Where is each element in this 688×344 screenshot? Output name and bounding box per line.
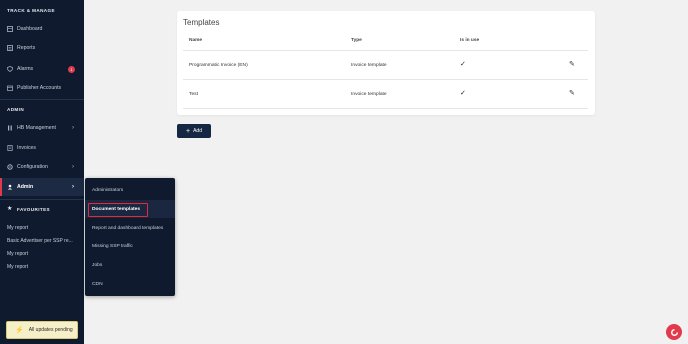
sidebar-item-dashboard[interactable]: Dashboard	[0, 20, 84, 38]
templates-card: Templates Name Type Is in use Programmat…	[177, 11, 595, 115]
invoice-icon	[7, 145, 13, 151]
chevron-right-icon: ›	[72, 164, 74, 170]
sidebar-item-label: Alarms	[17, 66, 34, 72]
template-name: Programmatic Invoice (EN)	[189, 63, 248, 68]
column-header-in-use: Is in use	[460, 38, 480, 43]
updates-pending-label: All updates pending	[28, 327, 73, 333]
chevron-right-icon: ›	[72, 184, 74, 190]
section-label-admin: ADMIN	[7, 107, 25, 112]
sidebar-item-alarms[interactable]: Alarms 1	[0, 60, 84, 78]
check-icon: ✓	[460, 61, 466, 68]
sidebar-item-publisher-accounts[interactable]: Publisher Accounts	[0, 79, 84, 97]
sidebar-item-label: Dashboard	[17, 26, 43, 32]
add-button-label: Add	[193, 128, 202, 134]
column-header-name: Name	[189, 38, 203, 43]
dashboard-icon	[7, 26, 13, 32]
template-type: Invoice template	[351, 63, 387, 68]
favourites-header: ★ FAVOURITES	[0, 201, 84, 217]
template-name: Test	[189, 92, 198, 97]
reports-icon	[7, 45, 13, 51]
sidebar-item-invoices[interactable]: Invoices	[0, 139, 84, 157]
sidebar-divider	[0, 199, 84, 200]
gear-icon	[7, 164, 13, 170]
alarms-count-badge: 1	[68, 65, 75, 73]
sidebar-item-configuration[interactable]: Configuration ›	[0, 158, 84, 176]
sidebar-item-label: Configuration	[17, 164, 48, 170]
flyout-item-cdn[interactable]: CDN	[85, 275, 175, 293]
sidebar-item-label: Invoices	[17, 145, 37, 151]
template-type: Invoice template	[351, 92, 387, 97]
check-icon: ✓	[460, 90, 466, 97]
flyout-item-jobs[interactable]: Jobs	[85, 256, 175, 274]
management-icon	[7, 125, 13, 131]
sidebar-item-reports[interactable]: Reports	[0, 39, 84, 57]
accounts-icon	[7, 85, 13, 91]
support-chat-icon[interactable]	[666, 324, 682, 340]
sidebar-item-hb-management[interactable]: HB Management ›	[0, 119, 84, 137]
flyout-item-report-dashboard-templates[interactable]: Report and dashboard templates	[85, 219, 175, 237]
sidebar-item-admin[interactable]: Admin ›	[0, 178, 84, 196]
edit-pencil-icon[interactable]: ✎	[569, 89, 575, 97]
favourite-item[interactable]: Basic Advertiser per SSP re...	[7, 238, 73, 244]
sidebar-item-label: Admin	[17, 184, 34, 190]
admin-icon	[7, 184, 13, 190]
sidebar-item-label: HB Management	[17, 125, 56, 131]
sidebar-item-label: Reports	[17, 45, 36, 51]
edit-pencil-icon[interactable]: ✎	[569, 60, 575, 68]
sidebar-item-label: Publisher Accounts	[17, 85, 62, 91]
updates-pending-button[interactable]: ⚡ All updates pending	[6, 321, 78, 339]
table-divider	[183, 50, 588, 51]
star-icon: ★	[7, 206, 13, 212]
sidebar: TRACK & MANAGE Dashboard Reports Alarms …	[0, 0, 84, 344]
plus-icon: +	[186, 127, 191, 135]
section-label-track: TRACK & MANAGE	[7, 8, 55, 13]
page-title: Templates	[183, 18, 220, 27]
sidebar-divider	[0, 99, 84, 100]
favourite-item[interactable]: My report	[7, 225, 28, 231]
flyout-item-missing-ssp-traffic[interactable]: Missing SSP traffic	[85, 237, 175, 255]
table-divider	[183, 79, 588, 80]
shield-icon	[7, 66, 13, 72]
add-template-button[interactable]: + Add	[177, 124, 211, 138]
admin-flyout-menu: Administrators Document templates Report…	[85, 178, 175, 296]
chevron-right-icon: ›	[72, 125, 74, 131]
table-divider	[183, 108, 588, 109]
favourite-item[interactable]: My report	[7, 264, 28, 270]
selection-highlight-box	[88, 203, 148, 217]
section-label-favourites: FAVOURITES	[17, 206, 51, 212]
flyout-item-administrators[interactable]: Administrators	[85, 181, 175, 199]
lightning-icon: ⚡	[15, 327, 24, 334]
column-header-type: Type	[351, 38, 362, 43]
favourite-item[interactable]: My report	[7, 251, 28, 257]
